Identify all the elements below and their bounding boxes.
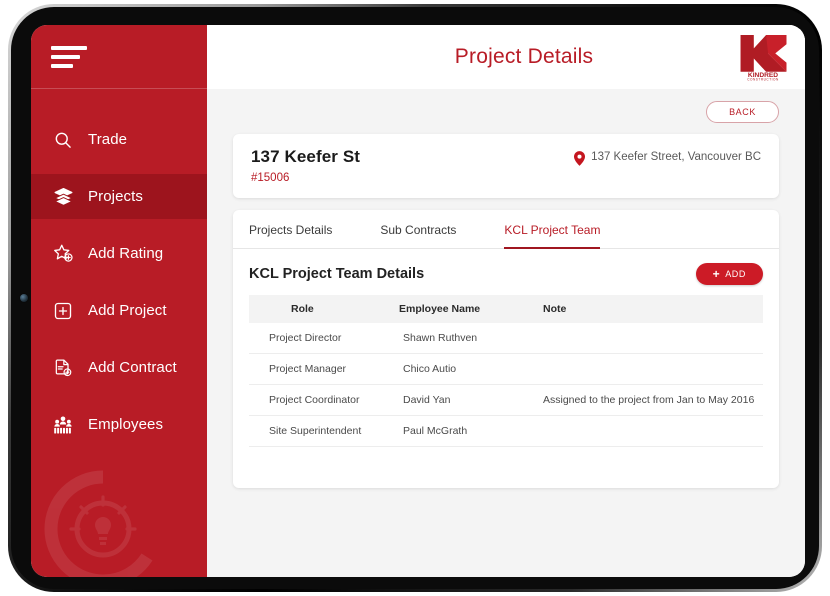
project-name: 137 Keefer St <box>251 147 361 166</box>
search-icon <box>52 129 74 151</box>
table-body: Project Director Shawn Ruthven Project M… <box>249 323 763 447</box>
cell-role: Project Manager <box>249 353 399 385</box>
table-row[interactable]: Project Coordinator David Yan Assigned t… <box>249 384 763 416</box>
sidebar-item-label: Projects <box>88 188 143 205</box>
hamburger-line <box>51 63 73 68</box>
layers-icon <box>52 186 74 208</box>
cell-note <box>539 415 763 447</box>
page-title: Project Details <box>454 45 594 68</box>
cell-role: Project Director <box>249 323 399 354</box>
project-team-table: Role Employee Name Note Project Director… <box>249 295 763 447</box>
sidebar-item-label: Employees <box>88 416 164 433</box>
cell-employee-name: Paul McGrath <box>399 415 539 447</box>
tablet-frame: Trade Projects Add Rating Add Project Ad… <box>8 4 822 592</box>
sidebar-item-label: Add Contract <box>88 359 177 376</box>
back-row: BACK <box>233 101 779 123</box>
table-header-row: Role Employee Name Note <box>249 295 763 323</box>
sidebar: Trade Projects Add Rating Add Project Ad… <box>31 25 207 577</box>
document-plus-icon <box>52 357 74 379</box>
tab-kcl-project-team[interactable]: KCL Project Team <box>504 211 601 249</box>
project-identity: 137 Keefer St #15006 <box>251 147 574 184</box>
add-button[interactable]: + ADD <box>695 263 763 285</box>
square-plus-icon <box>52 300 74 322</box>
lightbulb-circle-watermark <box>44 470 153 577</box>
sidebar-header <box>31 25 207 89</box>
tablet-body: Trade Projects Add Rating Add Project Ad… <box>11 7 819 589</box>
table-row[interactable]: Project Director Shawn Ruthven <box>249 323 763 354</box>
star-plus-icon <box>52 243 74 265</box>
cell-employee-name: David Yan <box>399 384 539 416</box>
project-detail-card: Projects Details Sub Contracts KCL Proje… <box>233 210 779 488</box>
camera-icon <box>20 294 28 302</box>
cell-note: Assigned to the project from Jan to May … <box>539 384 763 416</box>
table-header: Role Employee Name Note <box>249 295 763 323</box>
content-area: BACK 137 Keefer St #15006 137 Keefer Str… <box>207 89 805 577</box>
section-header: KCL Project Team Details + ADD <box>233 249 779 295</box>
cell-role: Site Superintendent <box>249 415 399 447</box>
people-group-icon <box>52 414 74 436</box>
location-pin-icon <box>574 151 586 166</box>
hamburger-line <box>51 54 80 59</box>
logo-sub: CONSTRUCTION <box>747 77 779 81</box>
add-button-label: ADD <box>725 269 746 279</box>
sidebar-item-label: Trade <box>88 131 128 148</box>
project-address: 137 Keefer Street, Vancouver BC <box>591 151 761 163</box>
cell-employee-name: Chico Autio <box>399 353 539 385</box>
project-summary-card: 137 Keefer St #15006 137 Keefer Street, … <box>233 134 779 198</box>
sidebar-item-label: Add Rating <box>88 245 164 262</box>
sidebar-item-employees[interactable]: Employees <box>31 402 207 447</box>
main-area: Project Details KINDRED CONSTRUCTION BAC… <box>207 25 805 577</box>
sidebar-item-label: Add Project <box>88 302 167 319</box>
plus-icon: + <box>712 267 721 281</box>
sidebar-nav: Trade Projects Add Rating Add Project Ad… <box>31 89 207 447</box>
sidebar-item-projects[interactable]: Projects <box>31 174 207 219</box>
project-code: #15006 <box>251 172 290 184</box>
hamburger-menu-icon[interactable] <box>51 45 87 68</box>
cell-note <box>539 323 763 354</box>
sidebar-item-add-project[interactable]: Add Project <box>31 288 207 333</box>
cell-employee-name: Shawn Ruthven <box>399 323 539 354</box>
section-title: KCL Project Team Details <box>249 266 425 282</box>
column-header-role: Role <box>249 295 399 323</box>
column-header-note: Note <box>539 295 763 323</box>
back-button[interactable]: BACK <box>706 101 779 123</box>
sidebar-item-add-contract[interactable]: Add Contract <box>31 345 207 390</box>
table-row[interactable]: Project Manager Chico Autio <box>249 353 763 385</box>
table-row[interactable]: Site Superintendent Paul McGrath <box>249 415 763 447</box>
tab-sub-contracts[interactable]: Sub Contracts <box>380 211 456 249</box>
screen: Trade Projects Add Rating Add Project Ad… <box>31 25 805 577</box>
top-bar: Project Details KINDRED CONSTRUCTION <box>207 25 805 89</box>
project-location: 137 Keefer Street, Vancouver BC <box>574 147 761 167</box>
cell-role: Project Coordinator <box>249 384 399 416</box>
hamburger-line <box>51 45 87 50</box>
tab-projects-details[interactable]: Projects Details <box>249 211 332 249</box>
cell-note <box>539 353 763 385</box>
tab-bar: Projects Details Sub Contracts KCL Proje… <box>233 210 779 249</box>
kindred-construction-logo: KINDRED CONSTRUCTION <box>740 35 787 81</box>
sidebar-item-add-rating[interactable]: Add Rating <box>31 231 207 276</box>
sidebar-item-trade[interactable]: Trade <box>31 117 207 162</box>
column-header-employee-name: Employee Name <box>399 295 539 323</box>
